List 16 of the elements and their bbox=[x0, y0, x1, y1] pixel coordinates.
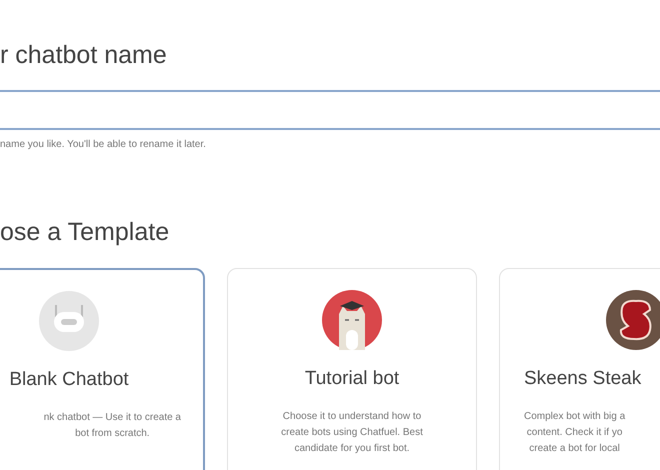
logo-icon bbox=[606, 290, 660, 350]
name-input-field[interactable] bbox=[0, 90, 660, 130]
card-title: Tutorial bot bbox=[304, 367, 400, 391]
hint-text: name you like. You'll be able to rename it later. bbox=[0, 138, 207, 152]
card-description: Choose it to understand how to create bots using Chatfuel. Best candidate for you first bot. bbox=[281, 410, 423, 456]
template-card[interactable]: Blank Chatbot nk chatbot — Use it to create a bot from scratch. bbox=[0, 268, 205, 470]
section-heading: ose a Template bbox=[0, 217, 170, 248]
card-description: Complex bot with big a content. Check it if yo create a bot for local bbox=[524, 410, 626, 456]
section-heading: r chatbot name bbox=[0, 40, 168, 71]
card-title: Blank Chatbot bbox=[9, 368, 129, 392]
template-card[interactable]: Skeens Steak Complex bot with big a content. Check it if yo create a bot for local bbox=[499, 268, 660, 470]
card-title: Skeens Steak bbox=[524, 367, 642, 391]
card-description: nk chatbot — Use it to create a bot from scratch. bbox=[44, 411, 181, 441]
robot-icon bbox=[39, 291, 99, 351]
cat-icon bbox=[322, 290, 382, 350]
template-card[interactable]: Tutorial bot Choose it to understand how to create bots using Chatfuel. Best candidate for you first bot. bbox=[227, 268, 477, 470]
